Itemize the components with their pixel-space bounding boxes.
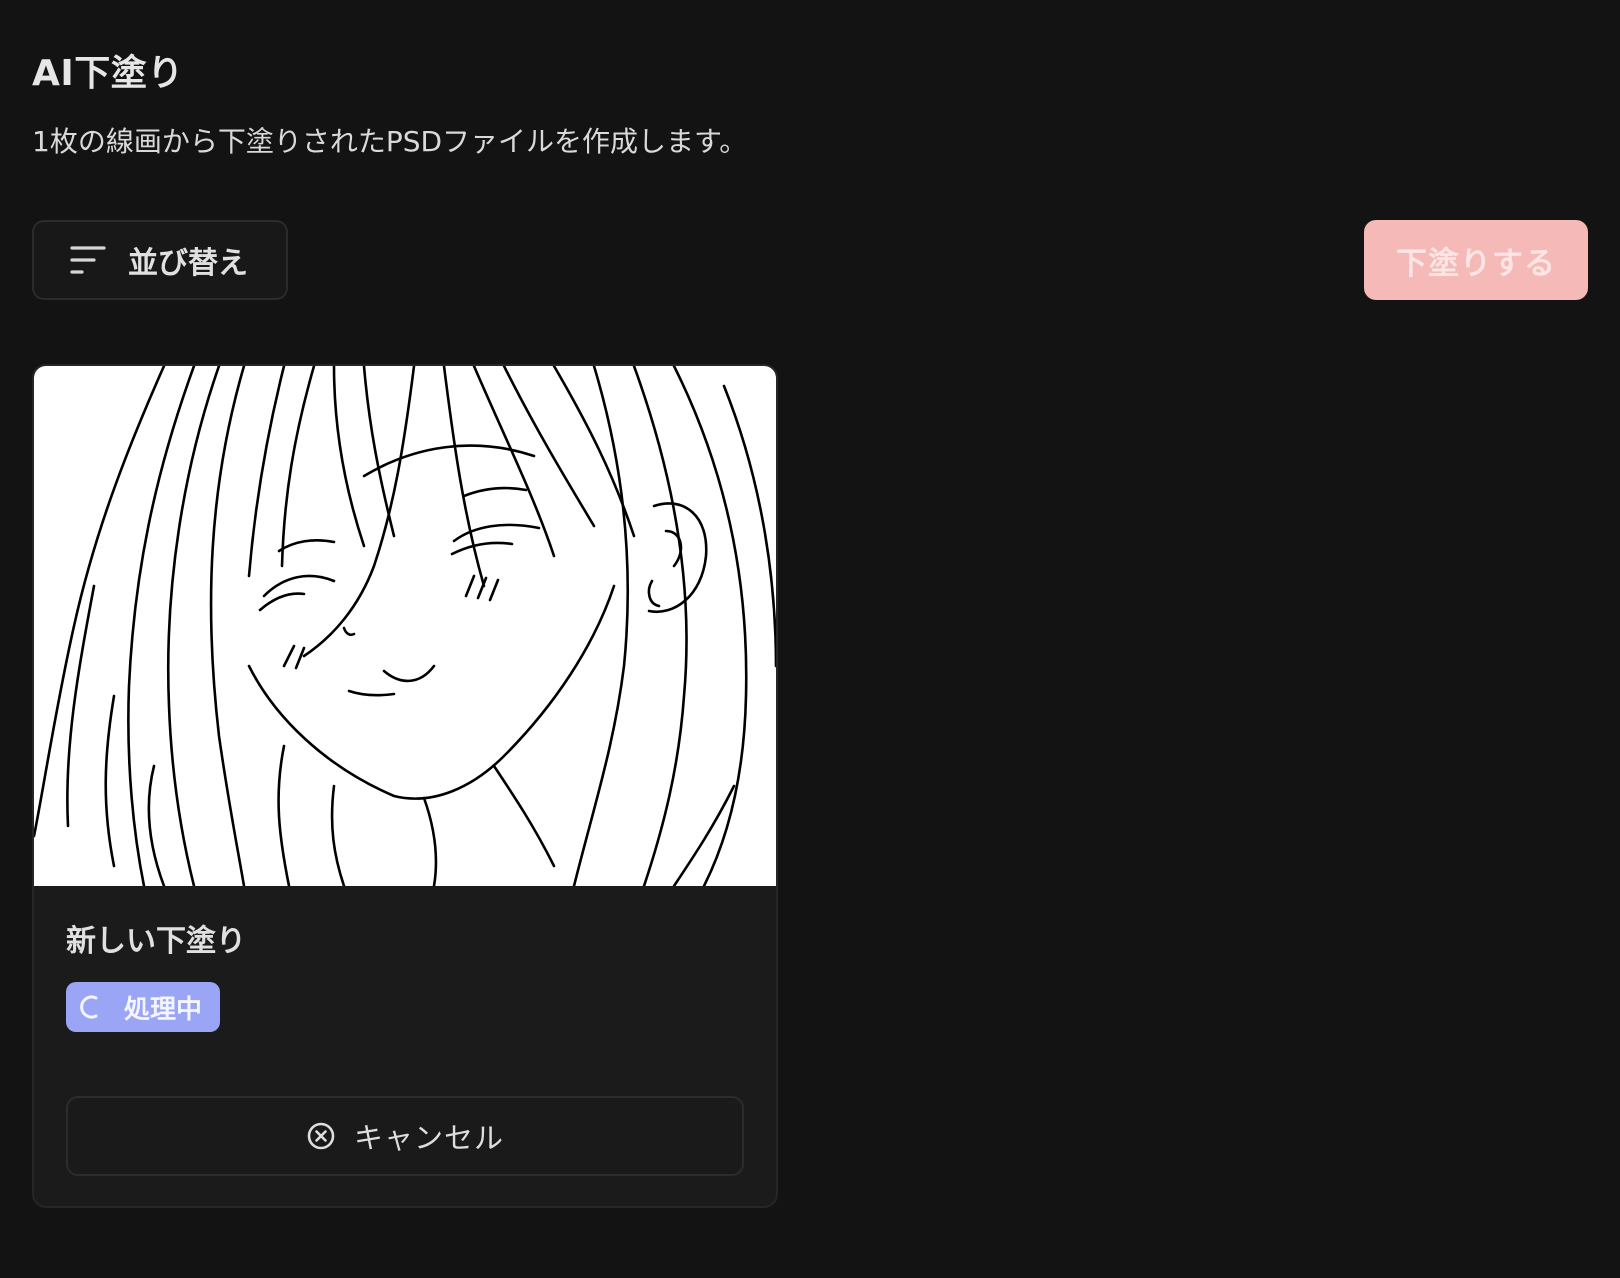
circle-x-icon [306,1121,336,1151]
cancel-button[interactable]: キャンセル [66,1096,744,1176]
page: AI下塗り 1枚の線画から下塗りされたPSDファイルを作成します。 並び替え 下… [0,0,1620,1278]
spinner-icon [80,995,104,1019]
sort-button[interactable]: 並び替え [32,220,288,300]
start-undercoat-button[interactable]: 下塗りする [1364,220,1588,300]
line-art-image [34,366,776,886]
page-title: AI下塗り [32,53,184,94]
sort-lines-icon [70,245,106,275]
start-undercoat-button-label: 下塗りする [1396,245,1556,282]
card-thumbnail[interactable] [34,366,776,886]
undercoat-card[interactable]: 新しい下塗り 処理中 キャンセル [32,364,778,1208]
cancel-button-label: キャンセル [353,1121,504,1155]
card-title: 新しい下塗り [66,924,246,959]
sort-button-label: 並び替え [128,246,248,281]
status-badge: 処理中 [66,982,221,1032]
page-subtitle: 1枚の線画から下塗りされたPSDファイルを作成します。 [32,125,748,158]
status-badge-label: 処理中 [124,994,203,1025]
